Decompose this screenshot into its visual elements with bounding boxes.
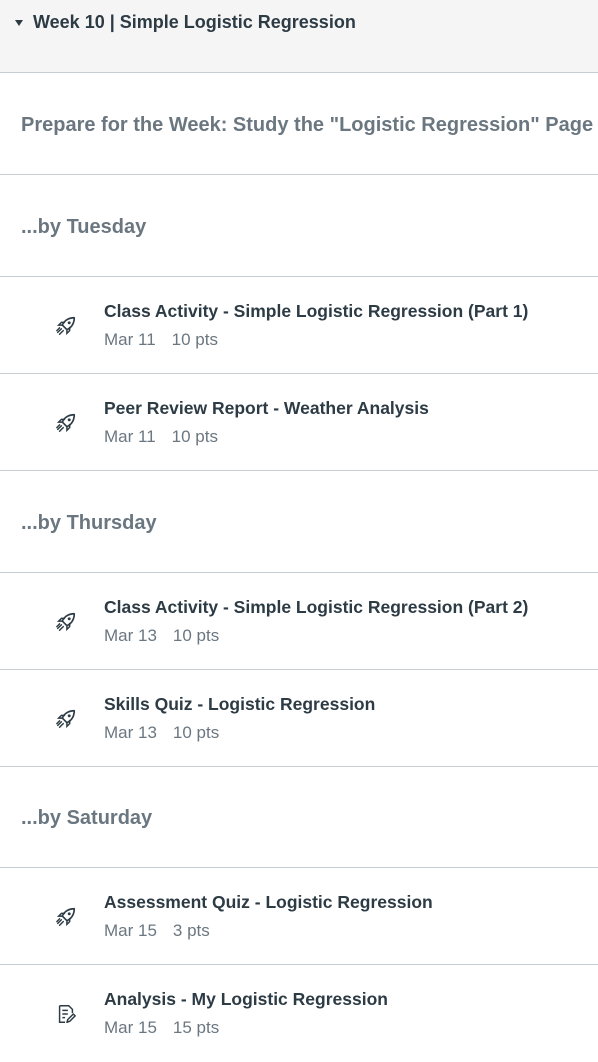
list-item[interactable]: Peer Review Report - Weather Analysis Ma… (0, 374, 598, 471)
module-header[interactable]: Week 10 | Simple Logistic Regression (0, 0, 598, 73)
item-title[interactable]: Skills Quiz - Logistic Regression (104, 694, 375, 715)
item-title[interactable]: Class Activity - Simple Logistic Regress… (104, 301, 528, 322)
rocket-icon (56, 907, 76, 927)
list-item[interactable]: Analysis - My Logistic Regression Mar 15… (0, 965, 598, 1062)
item-date: Mar 15 (104, 921, 157, 940)
rocket-icon (56, 612, 76, 632)
item-points: 15 pts (172, 1018, 220, 1037)
item-title[interactable]: Class Activity - Simple Logistic Regress… (104, 597, 528, 618)
item-title[interactable]: Analysis - My Logistic Regression (104, 989, 388, 1010)
item-meta: Mar 11 10 pts (104, 427, 218, 447)
list-item[interactable]: Assessment Quiz - Logistic Regression Ma… (0, 868, 598, 965)
subheader-label: ...by Saturday (21, 807, 153, 829)
item-meta: Mar 13 10 pts (104, 723, 219, 743)
item-points: 3 pts (172, 921, 210, 940)
assignment-edit-icon (58, 1005, 76, 1023)
item-meta: Mar 13 10 pts (104, 626, 219, 646)
item-date: Mar 13 (104, 626, 157, 645)
subheader-thursday: ...by Thursday (0, 471, 598, 573)
item-date: Mar 13 (104, 723, 157, 742)
item-date: Mar 11 (104, 330, 156, 349)
item-meta: Mar 15 3 pts (104, 921, 210, 941)
prepare-row[interactable]: Prepare for the Week: Study the "Logisti… (0, 73, 598, 175)
module-title[interactable]: Week 10 | Simple Logistic Regression (33, 12, 356, 33)
prepare-label[interactable]: Prepare for the Week: Study the "Logisti… (21, 114, 593, 137)
rocket-icon (56, 316, 76, 336)
item-meta: Mar 11 10 pts (104, 330, 218, 350)
item-points: 10 pts (172, 723, 220, 742)
item-title[interactable]: Peer Review Report - Weather Analysis (104, 398, 429, 419)
subheader-saturday: ...by Saturday (0, 767, 598, 868)
item-title[interactable]: Assessment Quiz - Logistic Regression (104, 892, 433, 913)
list-item[interactable]: Class Activity - Simple Logistic Regress… (0, 277, 598, 374)
item-date: Mar 11 (104, 427, 156, 446)
item-points: 10 pts (171, 330, 218, 349)
list-item[interactable]: Skills Quiz - Logistic Regression Mar 13… (0, 670, 598, 767)
subheader-label: ...by Tuesday (21, 216, 147, 238)
rocket-icon (56, 709, 76, 729)
subheader-tuesday: ...by Tuesday (0, 175, 598, 277)
item-points: 10 pts (172, 626, 220, 645)
item-date: Mar 15 (104, 1018, 157, 1037)
subheader-label: ...by Thursday (21, 512, 157, 534)
list-item[interactable]: Class Activity - Simple Logistic Regress… (0, 573, 598, 670)
item-points: 10 pts (171, 427, 218, 446)
caret-down-icon[interactable] (15, 20, 23, 26)
rocket-icon (56, 413, 76, 433)
item-meta: Mar 15 15 pts (104, 1018, 219, 1038)
